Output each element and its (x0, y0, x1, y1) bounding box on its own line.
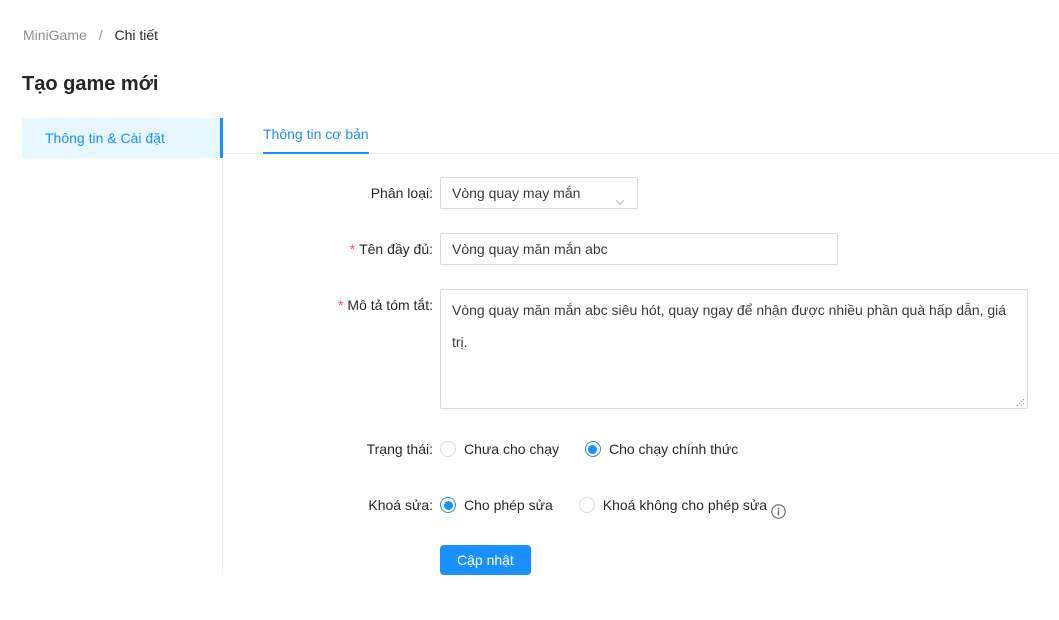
side-menu: Thông tin & Cài đặt (0, 112, 223, 575)
radio-status-not-running[interactable]: Chưa cho chạy (440, 433, 559, 465)
radio-status-running-official[interactable]: Cho chạy chính thức (585, 433, 738, 465)
update-button[interactable]: Cập nhật (440, 545, 531, 575)
edit-lock-radio-group: Cho phép sửa Khoá không cho phép sửa (440, 489, 812, 521)
breadcrumb: MiniGame / Chi tiết (0, 0, 1059, 46)
category-control: Vòng quay may mắn (440, 177, 638, 209)
radio-label: Khoá không cho phép sửa (603, 489, 767, 521)
tab-basic-info[interactable]: Thông tin cơ bản (263, 118, 369, 154)
form: Phân loại: Vòng quay may mắn *Tên đầy đủ… (223, 154, 1059, 575)
tabbar: Thông tin cơ bản (223, 112, 1059, 154)
form-row-status: Trạng thái: Chưa cho chạy Cho chạy chính… (223, 433, 1059, 465)
breadcrumb-minigame[interactable]: MiniGame (23, 27, 87, 43)
form-row-description: *Mô tả tóm tắt: Vòng quay măn mắn abc si… (223, 289, 1059, 409)
page-title: Tạo game mới (22, 70, 1059, 98)
radio-label: Cho phép sửa (464, 489, 553, 521)
resize-handle-icon[interactable] (1014, 394, 1026, 406)
form-row-edit-lock: Khoá sửa: Cho phép sửa Khoá không cho ph… (223, 489, 1059, 521)
description-label: *Mô tả tóm tắt: (223, 289, 433, 316)
form-row-full-name: *Tên đầy đủ: (223, 233, 1059, 265)
tab-label: Thông tin cơ bản (263, 126, 369, 142)
required-asterisk: * (350, 241, 355, 257)
category-select-value: Vòng quay may mắn (452, 185, 580, 201)
breadcrumb-separator: / (99, 27, 103, 43)
content: Thông tin & Cài đặt Thông tin cơ bản Phâ… (0, 112, 1059, 575)
info-circle-icon[interactable] (771, 498, 786, 513)
status-label: Trạng thái: (223, 433, 433, 460)
radio-icon (585, 441, 601, 457)
full-name-input[interactable] (440, 233, 838, 265)
full-name-label: *Tên đầy đủ: (223, 233, 433, 260)
full-name-control (440, 233, 838, 265)
main-pane: Thông tin cơ bản Phân loại: Vòng quay ma… (223, 112, 1059, 575)
radio-lock-no-edit[interactable]: Khoá không cho phép sửa (579, 489, 786, 521)
radio-allow-edit[interactable]: Cho phép sửa (440, 489, 553, 521)
side-menu-item-info-settings[interactable]: Thông tin & Cài đặt (22, 118, 223, 158)
form-row-category: Phân loại: Vòng quay may mắn (223, 177, 1059, 209)
category-select[interactable]: Vòng quay may mắn (440, 177, 638, 209)
required-asterisk: * (338, 297, 343, 313)
chevron-down-icon (614, 188, 626, 200)
side-menu-item-label: Thông tin & Cài đặt (45, 130, 165, 146)
radio-label: Chưa cho chạy (464, 433, 559, 465)
radio-icon (579, 497, 595, 513)
description-textarea[interactable]: Vòng quay măn mắn abc siêu hót, quay nga… (440, 289, 1028, 409)
radio-icon (440, 497, 456, 513)
edit-lock-label: Khoá sửa: (223, 489, 433, 516)
category-label: Phân loại: (223, 177, 433, 204)
submit-row: Cập nhật (440, 545, 1059, 575)
radio-label: Cho chạy chính thức (609, 433, 738, 465)
radio-icon (440, 441, 456, 457)
description-control: Vòng quay măn mắn abc siêu hót, quay nga… (440, 289, 1028, 409)
breadcrumb-current: Chi tiết (114, 27, 158, 43)
status-radio-group: Chưa cho chạy Cho chạy chính thức (440, 433, 764, 465)
